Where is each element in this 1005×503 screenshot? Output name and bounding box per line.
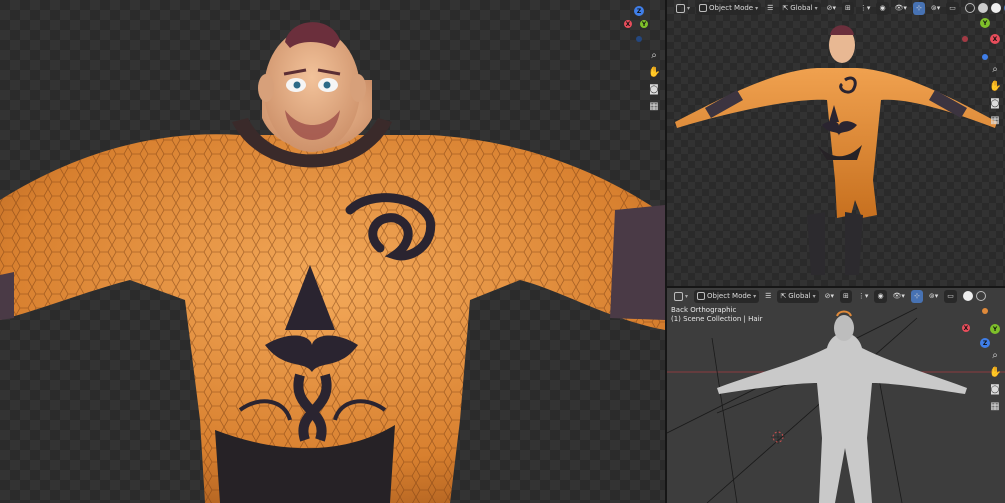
gizmo-x-axis[interactable]: X (624, 20, 632, 28)
main-3d-viewport[interactable]: Z X Y ⌕ ✋ ◙ ▦ (0, 0, 665, 503)
gizmo-neg-x-axis[interactable] (962, 36, 968, 42)
top-right-3d-viewport[interactable]: ▾ Object Mode ▾ ☰ ⇱ Global ▾ ⊘▾ ⊞ ⋮▾ ◉ 👁… (667, 0, 1005, 286)
gizmo-z-axis[interactable]: Z (634, 6, 644, 16)
navigation-gizmo[interactable]: X Y Z (962, 308, 1002, 352)
character-solid-back-view (667, 307, 1005, 503)
viewport-nav-tools: ⌕ ✋ ◙ ▦ (989, 350, 1001, 413)
hand-icon[interactable]: ✋ (989, 81, 1001, 93)
gizmo-y-axis[interactable]: Y (990, 324, 1000, 334)
gizmo-y-axis[interactable]: Y (640, 20, 648, 28)
gizmo-z-axis[interactable] (982, 54, 988, 60)
zoom-icon[interactable]: ⌕ (989, 64, 1001, 76)
hand-icon[interactable]: ✋ (989, 367, 1001, 379)
gizmo-x-axis[interactable]: X (962, 324, 970, 332)
bottom-right-3d-viewport[interactable]: ▾ Object Mode ▾ ☰ ⇱ Global ▾ ⊘▾ ⊞ ⋮▾ ◉ 👁… (667, 288, 1005, 503)
zoom-icon[interactable]: ⌕ (648, 50, 660, 62)
viewport-nav-tools: ⌕ ✋ ◙ ▦ (648, 50, 660, 113)
grid-icon[interactable]: ▦ (648, 101, 660, 113)
viewport-nav-tools: ⌕ ✋ ◙ ▦ (989, 64, 1001, 127)
navigation-gizmo[interactable]: Z X Y (624, 6, 654, 46)
gizmo-z-axis[interactable]: Z (980, 338, 990, 348)
camera-icon[interactable]: ◙ (648, 84, 660, 96)
character-full-body-render (675, 25, 997, 275)
hand-icon[interactable]: ✋ (648, 67, 660, 79)
gizmo-y-axis[interactable]: Y (980, 18, 990, 28)
gizmo-top-dot[interactable] (982, 308, 988, 314)
navigation-gizmo[interactable]: Y X (962, 18, 1002, 62)
gizmo-neg-z-axis[interactable] (636, 36, 642, 42)
grid-icon[interactable]: ▦ (989, 401, 1001, 413)
zoom-icon[interactable]: ⌕ (989, 350, 1001, 362)
camera-icon[interactable]: ◙ (989, 98, 1001, 110)
character-render-closeup (0, 22, 665, 503)
grid-icon[interactable]: ▦ (989, 115, 1001, 127)
gizmo-x-axis[interactable]: X (990, 34, 1000, 44)
camera-icon[interactable]: ◙ (989, 384, 1001, 396)
